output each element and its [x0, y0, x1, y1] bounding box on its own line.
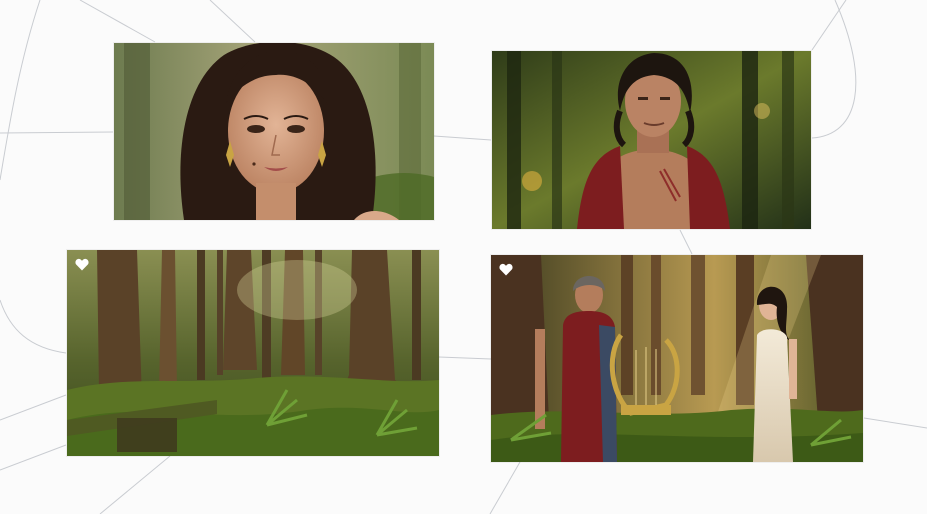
edge-line [811, 0, 857, 139]
edge-line [99, 455, 171, 514]
image-card-forest-scene-with-lyre[interactable] [491, 255, 863, 462]
man-portrait-image [492, 51, 811, 229]
edge-line [209, 0, 256, 43]
edge-line [0, 131, 114, 134]
edge-line [863, 417, 927, 429]
edge-line [438, 356, 492, 360]
forest-scene-with-lyre-image [491, 255, 863, 462]
image-card-forest-landscape[interactable] [67, 250, 439, 456]
image-card-woman-portrait[interactable] [114, 43, 434, 220]
edge-line [0, 394, 67, 421]
forest-landscape-image [67, 250, 439, 456]
favorite-heart-icon[interactable] [75, 258, 89, 271]
edge-line [489, 461, 521, 514]
favorite-heart-icon[interactable] [499, 263, 513, 276]
edge-line [79, 0, 156, 43]
image-card-man-portrait[interactable] [492, 51, 811, 229]
edge-line [0, 0, 41, 181]
edge-line [433, 135, 492, 141]
edge-line [0, 444, 67, 471]
edge-line [0, 299, 67, 354]
edge-line [811, 0, 847, 51]
woman-portrait-image [114, 43, 434, 220]
edge-line [679, 229, 693, 255]
node-canvas[interactable] [0, 0, 927, 514]
